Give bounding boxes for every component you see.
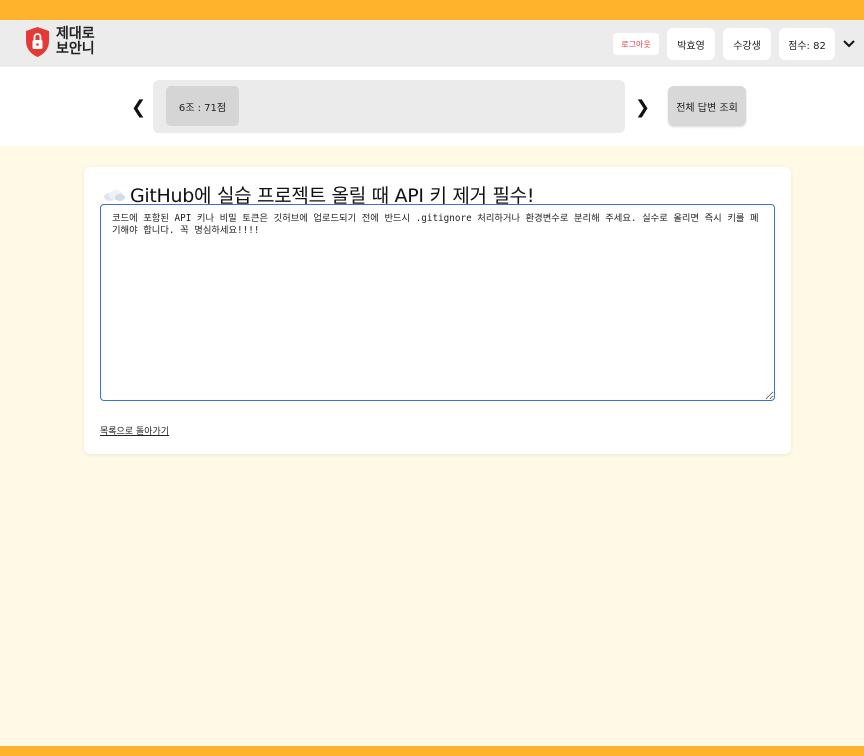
team-score-nav: ❮ 6조 : 71점 ❯ 전체 답변 조회 [0, 67, 864, 146]
role-badge: 수강생 [723, 28, 771, 60]
cloud-icon [104, 189, 125, 201]
chevron-down-icon[interactable] [842, 37, 856, 51]
score-badge: 점수: 82 [779, 28, 835, 60]
team-score-chip[interactable]: 6조 : 71점 [166, 86, 239, 126]
next-arrow-button[interactable]: ❯ [635, 97, 650, 118]
app-header: 제대로 보안니 로그아웃 박효영 수강생 점수: 82 [0, 20, 864, 67]
bottom-accent-bar [0, 746, 864, 756]
prev-arrow-button[interactable]: ❮ [131, 97, 146, 118]
post-body-textarea[interactable]: 코드에 포함된 API 키나 비밀 토큰은 깃허브에 업로드되기 전에 반드시 … [100, 204, 775, 401]
app-logo[interactable]: 제대로 보안니 [24, 26, 104, 58]
post-card: GitHub에 실습 프로젝트 올릴 때 API 키 제거 필수! 코드에 포함… [84, 167, 791, 454]
all-answers-button[interactable]: 전체 답변 조회 [668, 86, 746, 126]
top-accent-bar [0, 0, 864, 20]
logo-text: 제대로 보안니 [56, 26, 95, 57]
user-name-badge: 박효영 [667, 28, 715, 60]
shield-lock-icon [26, 27, 49, 57]
back-to-list-link[interactable]: 목록으로 돌아가기 [100, 424, 169, 437]
logout-button[interactable]: 로그아웃 [613, 33, 659, 55]
team-score-track: 6조 : 71점 [153, 80, 625, 133]
